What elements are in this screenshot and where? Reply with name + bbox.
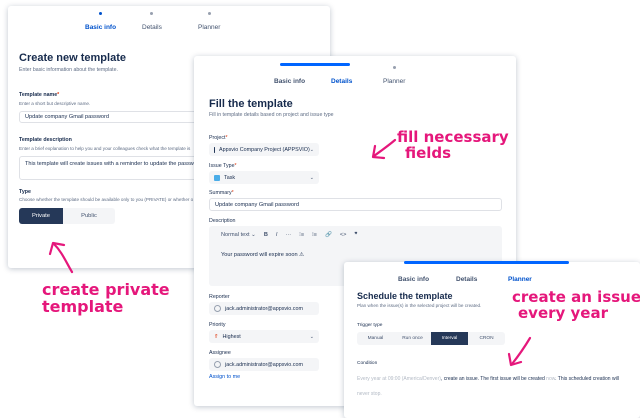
issue-type-select[interactable]: Task ⌄ [209, 171, 319, 184]
task-icon [214, 174, 220, 181]
step-dot [392, 66, 396, 69]
chevron-down-icon: ⌄ [309, 333, 314, 340]
step-label: Basic info [85, 24, 117, 31]
trigger-interval-option[interactable]: Interval [431, 332, 468, 345]
page-title: Schedule the template [357, 291, 453, 301]
step-label: Planner [383, 78, 406, 85]
condition-label: Condition [357, 361, 378, 366]
chevron-down-icon: ⌄ [309, 174, 314, 181]
condition-start[interactable]: now [546, 376, 555, 382]
template-name-hint: Enter a short but descriptive name. [19, 101, 91, 106]
project-icon [214, 146, 216, 153]
step-label: Planner [508, 276, 532, 283]
condition-schedule[interactable]: Every year at 09:00 (America/Denver) [357, 376, 441, 382]
trigger-cron-option[interactable]: CRON [468, 332, 505, 345]
italic-button[interactable]: I [276, 232, 278, 238]
step-basic-info[interactable]: Basic info [274, 66, 305, 85]
assign-to-me-link[interactable]: Assign to me [209, 374, 240, 380]
priority-select[interactable]: ⇑ Highest ⌄ [209, 330, 319, 343]
template-description-input[interactable]: This template will create issues with a … [19, 156, 209, 180]
bullet-list-icon[interactable]: ⁝≡ [299, 232, 304, 238]
step-planner[interactable]: Planner [198, 12, 220, 31]
template-description-hint: Enter a brief explanation to help you an… [19, 146, 191, 151]
annotation-issue-every-year: create an issue every year [512, 288, 640, 322]
description-label: Description [209, 218, 236, 224]
step-label: Planner [198, 24, 221, 31]
issue-type-label: Issue Type* [209, 163, 237, 169]
annotation-private: create private template [42, 280, 170, 316]
type-toggle: Private Public [19, 208, 115, 224]
code-icon[interactable]: <> [340, 232, 347, 238]
more-button[interactable]: ··· [285, 232, 291, 238]
page-subtitle: Plan when the issue(s) in the selected p… [357, 303, 482, 308]
summary-input[interactable]: Update company Gmail password [209, 198, 502, 211]
text-style-dropdown[interactable]: Normal text ⌄ [221, 232, 256, 238]
step-label: Details [142, 24, 162, 31]
page-subtitle: Enter basic information about the templa… [19, 67, 118, 73]
chevron-down-icon: ⌄ [309, 146, 314, 153]
template-name-label: Template name* [19, 92, 60, 98]
assignee-select[interactable]: jack.administrator@appsvio.com [209, 358, 319, 371]
template-name-input[interactable]: Update company Gmail password [19, 111, 209, 123]
template-description-label: Template description [19, 137, 72, 143]
condition-text: Every year at 09:00 (America/Denver), cr… [357, 376, 619, 382]
page-subtitle: Fill in template details based on projec… [209, 112, 334, 118]
step-dot [99, 12, 103, 15]
bold-button[interactable]: B [264, 232, 268, 238]
step-details[interactable]: Details [142, 12, 162, 31]
step-details[interactable]: Details [331, 66, 352, 85]
assignee-label: Assignee [209, 350, 231, 356]
trigger-type-toggle: Manual Run once Interval CRON [357, 332, 505, 345]
reporter-label: Reporter [209, 294, 230, 300]
step-planner[interactable]: Planner [508, 264, 532, 283]
type-label: Type [19, 189, 31, 195]
step-planner[interactable]: Planner [383, 66, 405, 85]
step-details[interactable]: Details [456, 264, 477, 283]
page-title: Fill the template [209, 98, 293, 110]
condition-end[interactable]: never stop. [357, 391, 382, 397]
step-label: Basic info [398, 276, 430, 283]
link-icon[interactable]: 🔗 [325, 232, 332, 238]
numbered-list-icon[interactable]: ⁞≡ [312, 232, 317, 238]
avatar [214, 361, 221, 368]
type-public-option[interactable]: Public [63, 208, 115, 224]
step-label: Details [331, 78, 353, 85]
priority-label: Priority [209, 322, 226, 328]
project-select[interactable]: Appsvio Company Project (APPSVIO) ⌄ [209, 143, 319, 156]
page-title: Create new template [19, 52, 126, 64]
step-basic-info[interactable]: Basic info [85, 12, 116, 31]
project-label: Project* [209, 135, 228, 141]
step-label: Details [456, 276, 478, 283]
trigger-type-label: Trigger type [357, 323, 383, 328]
editor-toolbar: Normal text ⌄ B I ··· ⁝≡ ⁞≡ 🔗 <> ❞ [221, 229, 357, 241]
priority-highest-icon: ⇑ [214, 333, 219, 340]
annotation-fill-fields: fill necessary fields [397, 128, 509, 162]
avatar [214, 305, 221, 312]
type-private-option[interactable]: Private [19, 208, 63, 224]
type-hint: Choose whether the template should be av… [19, 197, 194, 202]
step-basic-info[interactable]: Basic info [398, 264, 429, 283]
description-text: Your password will expire soon ⚠ [221, 252, 305, 258]
quote-icon[interactable]: ❞ [354, 232, 357, 238]
trigger-run-once-option[interactable]: Run once [394, 332, 431, 345]
planner-panel: Basic info Details Planner Schedule the … [344, 261, 640, 418]
step-label: Basic info [274, 78, 306, 85]
reporter-select[interactable]: jack.administrator@appsvio.com [209, 302, 319, 315]
step-dot [150, 12, 154, 15]
trigger-manual-option[interactable]: Manual [357, 332, 394, 345]
step-dot [207, 12, 211, 15]
summary-label: Summary* [209, 190, 234, 196]
